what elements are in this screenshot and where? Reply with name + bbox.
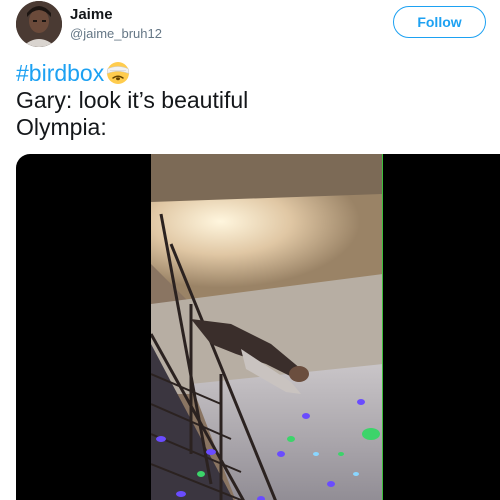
tweet-line-2: Gary: look it’s beautiful xyxy=(16,87,249,113)
face-with-head-bandage-emoji-icon xyxy=(106,61,130,85)
video-player[interactable] xyxy=(16,154,500,500)
tweet-text: #birdbox Gary: look it’s beautiful Olymp… xyxy=(16,60,486,141)
author-handle[interactable]: @jaime_bruh12 xyxy=(70,25,162,43)
avatar[interactable] xyxy=(16,1,62,47)
video-frame xyxy=(151,154,383,500)
avatar-photo-icon xyxy=(16,1,62,47)
author-display-name[interactable]: Jaime xyxy=(70,6,162,24)
hashtag-link[interactable]: #birdbox xyxy=(16,60,104,86)
tweet-line-1: #birdbox xyxy=(16,60,486,87)
follow-button[interactable]: Follow xyxy=(393,6,486,38)
author-info: Jaime @jaime_bruh12 xyxy=(70,6,162,43)
tweet-card: Jaime @jaime_bruh12 Follow #birdbox Gary… xyxy=(0,0,500,500)
tweet-line-3: Olympia: xyxy=(16,114,107,140)
